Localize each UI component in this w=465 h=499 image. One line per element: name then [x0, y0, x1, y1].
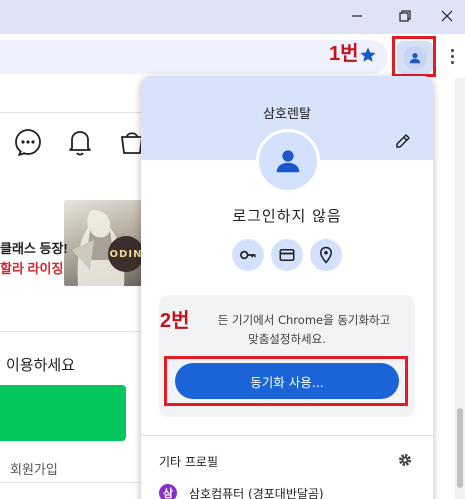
sync-description: 든 기기에서 Chrome을 동기화하고 맞춤설정하세요. — [159, 311, 415, 349]
popup-divider — [141, 435, 433, 436]
page-divider — [0, 331, 141, 332]
profile-avatar-large — [256, 129, 320, 193]
bookmark-star-button[interactable] — [356, 43, 380, 67]
scrollbar-thumb[interactable] — [457, 408, 463, 488]
bell-icon[interactable] — [64, 126, 96, 158]
addresses-button[interactable] — [310, 239, 342, 271]
step1-annotation: 1번 — [329, 43, 359, 65]
location-pin-icon — [319, 246, 333, 264]
other-profile-name[interactable]: 삼호컴퓨터 (경포대반달곰) — [189, 485, 324, 499]
sync-description-line2: 맞춤설정하세요. — [248, 332, 326, 346]
signup-link[interactable]: 회원가입 — [10, 459, 58, 478]
credit-card-icon — [279, 249, 295, 261]
passwords-button[interactable] — [232, 239, 264, 271]
minimize-icon — [352, 15, 362, 17]
page-divider — [0, 112, 141, 113]
banner-subline: 할라 라이징 — [0, 261, 64, 276]
key-icon — [240, 250, 256, 260]
naver-login-button[interactable] — [0, 385, 126, 441]
payment-methods-button[interactable] — [271, 239, 303, 271]
other-profiles-label: 기타 프로필 — [159, 455, 219, 469]
sync-description-prefix: 든 — [217, 313, 229, 327]
profile-menu-popup: 삼호렌탈 로그인하지 않음 든 기기에서 Chrome을 동기화하고 맞춤설정하… — [141, 76, 433, 499]
person-icon — [409, 52, 421, 63]
restore-icon — [399, 10, 411, 22]
chat-icon[interactable] — [12, 126, 44, 158]
banner-headline: 클래스 등장! — [0, 241, 68, 256]
chrome-menu-button[interactable] — [444, 44, 460, 68]
odin-logo: ODIN — [108, 236, 144, 272]
sync-description-line1: 기기에서 Chrome을 동기화하고 — [232, 313, 391, 327]
gear-icon[interactable] — [397, 452, 413, 468]
kebab-menu-icon — [450, 48, 454, 52]
account-name: 삼호렌탈 — [263, 107, 311, 122]
step2-annotation: 2번 — [160, 310, 190, 332]
close-icon — [441, 10, 453, 22]
profile-button[interactable] — [397, 41, 433, 74]
restore-button[interactable] — [386, 0, 424, 32]
sync-card: 든 기기에서 Chrome을 동기화하고 맞춤설정하세요. 동기화 사용... — [159, 295, 415, 417]
enable-sync-button[interactable]: 동기화 사용... — [175, 363, 399, 399]
other-profile-avatar[interactable]: 삼 — [159, 484, 177, 499]
person-icon — [276, 150, 300, 173]
close-window-button[interactable] — [428, 0, 465, 32]
star-icon — [360, 47, 376, 62]
profile-avatar — [403, 45, 427, 70]
minimize-button[interactable] — [338, 0, 376, 32]
pencil-icon[interactable] — [394, 132, 412, 150]
page-scrollbar[interactable] — [455, 78, 465, 499]
page-divider — [0, 482, 141, 483]
login-prompt: 이용하세요 — [6, 357, 76, 374]
signin-status: 로그인하지 않음 — [232, 207, 342, 225]
